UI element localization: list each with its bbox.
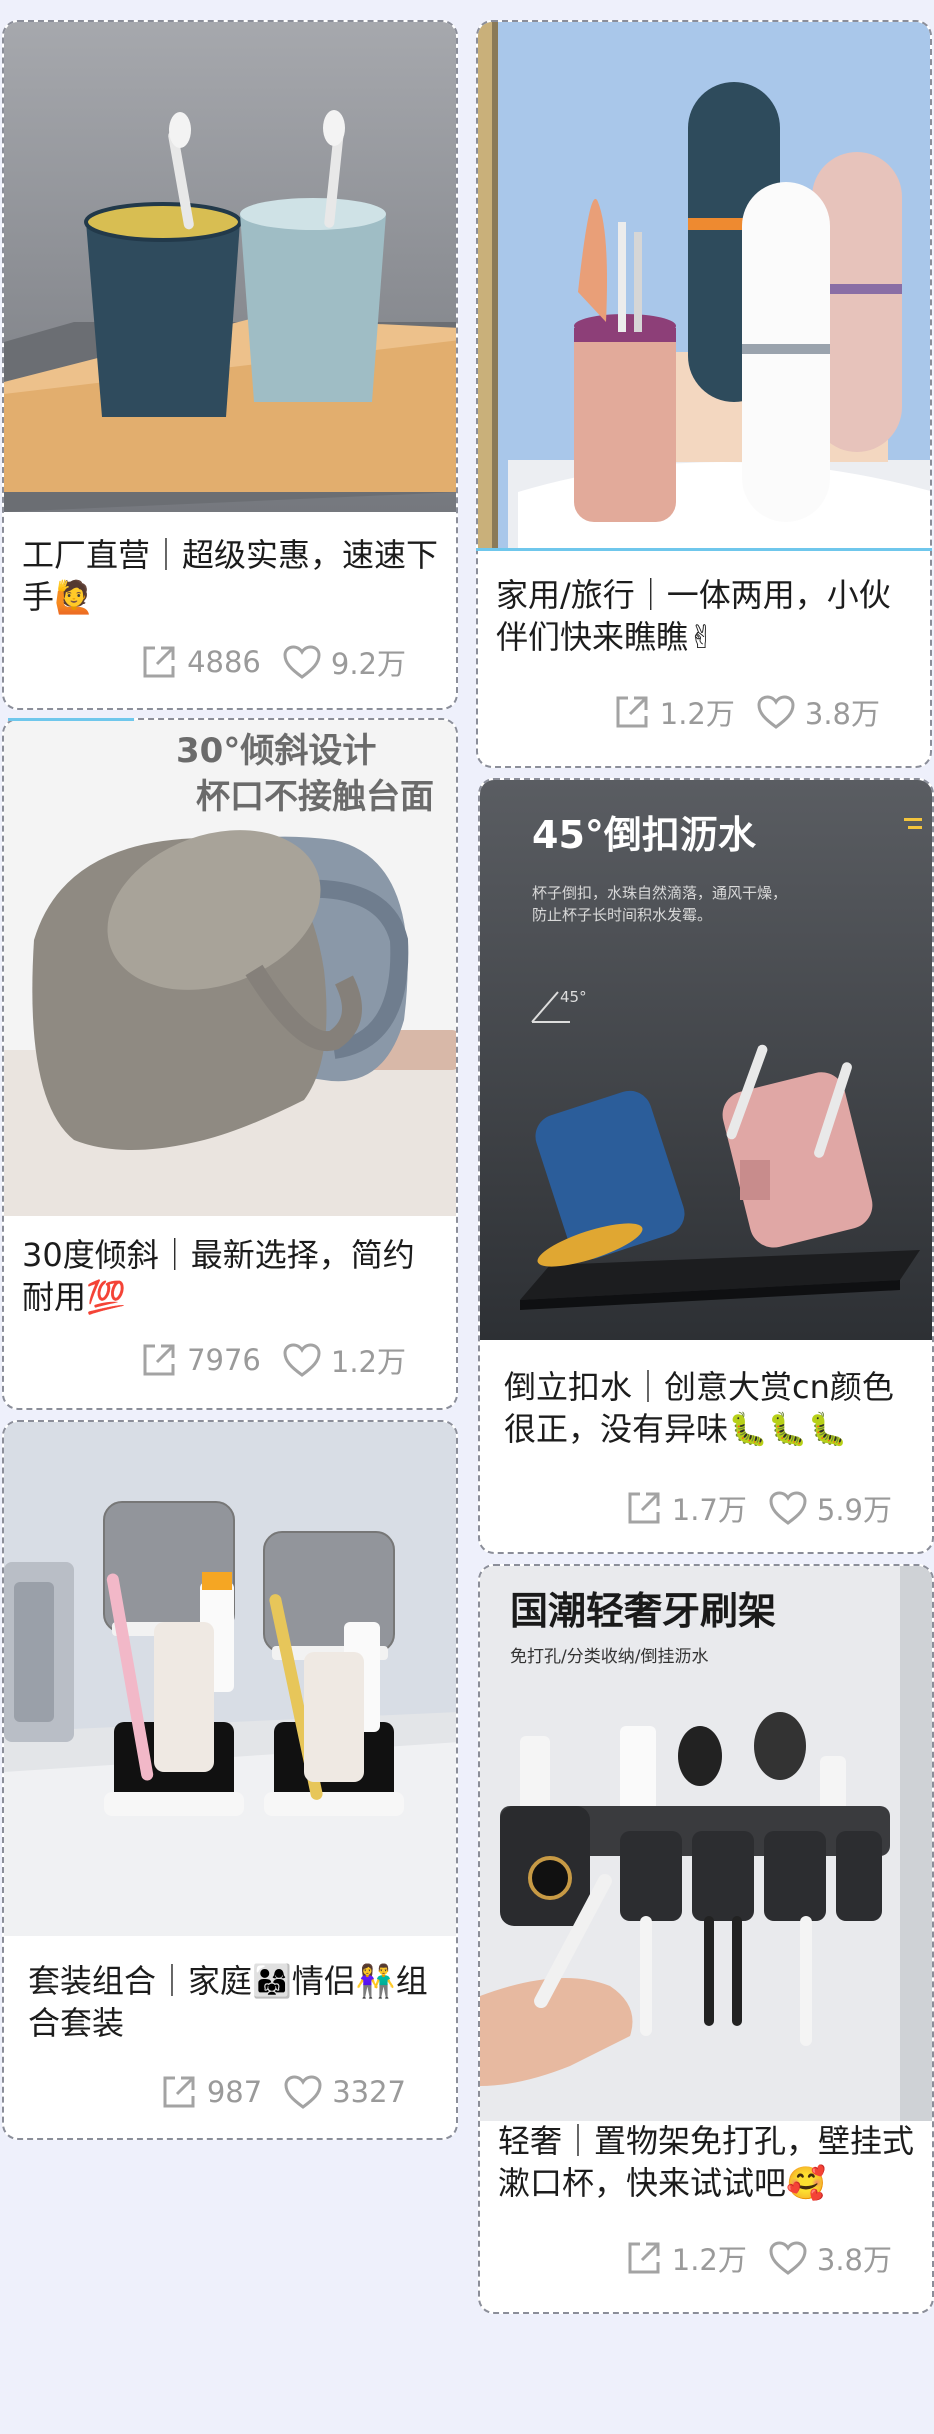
image-headline: 30°倾斜设计 <box>176 731 376 771</box>
post-caption[interactable]: 工厂直营｜超级实惠，速速下手🙋 <box>22 534 438 618</box>
post-stats: 1.7万 5.9万 <box>624 1488 892 1528</box>
post-caption[interactable]: 30度倾斜｜最新选择，简约耐用💯 <box>22 1234 438 1318</box>
like-count: 3.8万 <box>816 2243 892 2277</box>
like-count: 9.2万 <box>330 647 406 681</box>
share-stat[interactable]: 7976 <box>139 1340 261 1380</box>
heart-icon <box>757 695 795 729</box>
heart-icon <box>283 645 321 679</box>
image-subline: 免打孔/分类收纳/倒挂沥水 <box>510 1647 708 1667</box>
like-stat[interactable]: 3.8万 <box>755 691 880 733</box>
share-count: 1.7万 <box>671 1493 747 1527</box>
post-caption[interactable]: 倒立扣水｜创意大赏cn颜色很正，没有异味🐛🐛🐛 <box>504 1366 914 1450</box>
image-headline: 45°倒扣沥水 <box>532 813 757 857</box>
post-card[interactable]: 套装组合｜家庭👨‍👩‍👧情侣👫组合套装 987 3327 <box>2 1420 458 2140</box>
post-card[interactable]: 45°倒扣沥水 杯子倒扣，水珠自然滴落，通风干燥， 防止杯子长时间积水发霉。 4… <box>478 778 934 1554</box>
share-count: 987 <box>206 2075 263 2109</box>
share-count: 4886 <box>187 645 261 679</box>
like-count: 5.9万 <box>816 1493 892 1527</box>
product-image: 国潮轻奢牙刷架 免打孔/分类收纳/倒挂沥水 <box>480 1566 932 2121</box>
post-caption[interactable]: 套装组合｜家庭👨‍👩‍👧情侣👫组合套装 <box>28 1960 438 2044</box>
post-card[interactable]: 国潮轻奢牙刷架 免打孔/分类收纳/倒挂沥水 轻奢｜置物架免打孔，壁挂式漱口杯，快… <box>478 1564 934 2314</box>
like-stat[interactable]: 3327 <box>282 2072 406 2112</box>
product-image <box>4 1422 456 1936</box>
post-card[interactable]: 30°倾斜设计 杯口不接触台面 30度倾斜｜最新选择，简约耐用💯 7976 1.… <box>2 718 458 1410</box>
post-caption[interactable]: 家用/旅行｜一体两用，小伙伴们快来瞧瞧✌ <box>496 574 912 658</box>
post-card[interactable]: 家用/旅行｜一体两用，小伙伴们快来瞧瞧✌ 1.2万 3.8万 <box>476 20 932 768</box>
share-icon <box>616 696 648 728</box>
share-count: 1.2万 <box>659 697 735 731</box>
share-icon <box>143 646 175 678</box>
post-stats: 7976 1.2万 <box>139 1340 406 1380</box>
share-icon <box>163 2076 195 2108</box>
like-count: 1.2万 <box>330 1345 406 1379</box>
image-subline: 杯口不接触台面 <box>196 777 434 817</box>
post-card[interactable]: 工厂直营｜超级实惠，速速下手🙋 4886 9.2万 <box>2 20 458 710</box>
heart-icon <box>769 2241 807 2275</box>
post-stats: 4886 9.2万 <box>139 642 406 682</box>
image-subline-1: 杯子倒扣，水珠自然滴落，通风干燥， <box>532 884 787 902</box>
like-count: 3.8万 <box>804 697 880 731</box>
share-count: 1.2万 <box>671 2243 747 2277</box>
share-icon <box>628 2242 660 2274</box>
post-stats: 987 3327 <box>159 2072 406 2112</box>
share-stat[interactable]: 1.7万 <box>624 1487 747 1529</box>
share-icon <box>143 1344 175 1376</box>
share-stat[interactable]: 4886 <box>139 642 261 682</box>
product-image <box>478 22 930 550</box>
heart-icon <box>283 1343 321 1377</box>
post-stats: 1.2万 3.8万 <box>624 2238 892 2278</box>
angle-label: 45° <box>560 988 587 1006</box>
heart-icon <box>284 2075 322 2109</box>
like-count: 3327 <box>332 2075 406 2109</box>
share-stat[interactable]: 1.2万 <box>624 2237 747 2279</box>
like-stat[interactable]: 5.9万 <box>767 1487 892 1529</box>
like-stat[interactable]: 3.8万 <box>767 2237 892 2279</box>
product-image <box>4 22 456 512</box>
share-icon <box>628 1492 660 1524</box>
product-image: 45°倒扣沥水 杯子倒扣，水珠自然滴落，通风干燥， 防止杯子长时间积水发霉。 4… <box>480 780 932 1340</box>
post-caption[interactable]: 轻奢｜置物架免打孔，壁挂式漱口杯，快来试试吧🥰 <box>498 2120 914 2204</box>
divider-line <box>8 718 134 721</box>
image-headline: 国潮轻奢牙刷架 <box>510 1589 776 1633</box>
share-count: 7976 <box>187 1343 261 1377</box>
product-image: 30°倾斜设计 杯口不接触台面 <box>4 720 456 1216</box>
image-subline-2: 防止杯子长时间积水发霉。 <box>532 906 712 924</box>
share-stat[interactable]: 1.2万 <box>612 691 735 733</box>
like-stat[interactable]: 9.2万 <box>281 641 406 683</box>
post-stats: 1.2万 3.8万 <box>612 692 880 732</box>
like-stat[interactable]: 1.2万 <box>281 1339 406 1381</box>
share-stat[interactable]: 987 <box>159 2072 262 2112</box>
heart-icon <box>769 1491 807 1525</box>
divider-line <box>476 548 932 551</box>
